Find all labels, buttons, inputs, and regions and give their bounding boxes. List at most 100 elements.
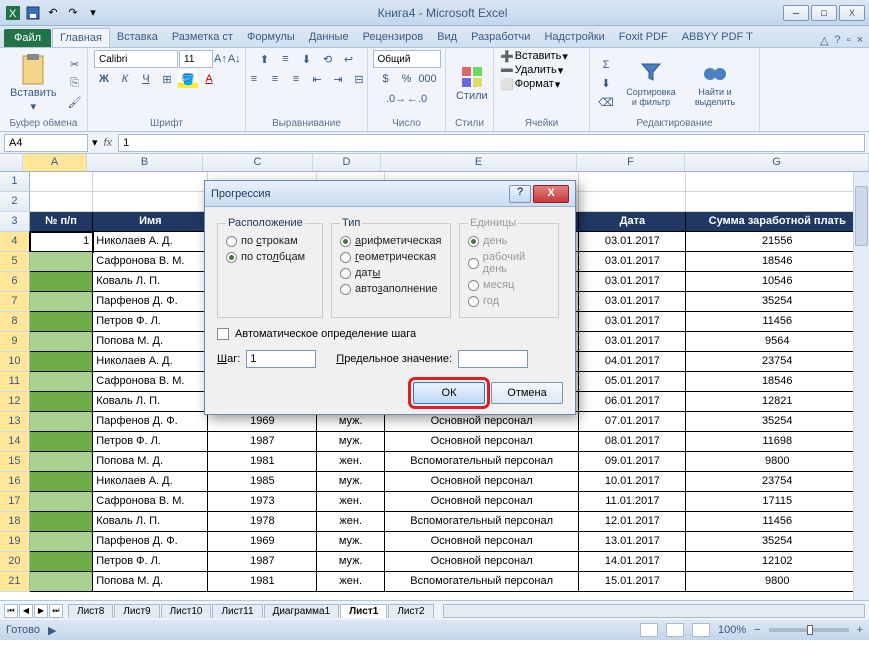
cell[interactable]: Основной персонал [385,552,579,572]
minimize-button[interactable]: ─ [783,5,809,21]
cell[interactable]: Николаев А. Д. [93,232,208,252]
cell[interactable]: Николаев А. Д. [93,472,208,492]
cell[interactable] [30,492,94,512]
cell[interactable]: 1985 [208,472,317,492]
tab-главная[interactable]: Главная [52,28,110,47]
save-icon[interactable] [24,4,42,22]
cell[interactable]: Петров Ф. Л. [93,432,208,452]
cell[interactable] [30,352,94,372]
sheet-tab[interactable]: Лист1 [340,604,387,618]
cell[interactable]: муж. [317,532,384,552]
cell[interactable] [30,432,94,452]
align-center-icon[interactable]: ≡ [265,70,285,88]
tab-abbyy pdf t[interactable]: ABBYY PDF T [675,28,760,47]
sheet-tab[interactable]: Лист2 [388,604,433,618]
tab-формулы[interactable]: Формулы [240,28,302,47]
tab-рецензиров[interactable]: Рецензиров [356,28,431,47]
indent-inc-icon[interactable]: ⇥ [328,70,348,88]
cell[interactable]: 06.01.2017 [579,392,686,412]
cell[interactable] [579,172,686,192]
tab-вид[interactable]: Вид [430,28,464,47]
cell[interactable] [30,532,94,552]
indent-dec-icon[interactable]: ⇤ [307,70,327,88]
cell[interactable] [30,172,94,192]
bold-icon[interactable]: Ж [94,70,114,88]
column-header[interactable]: F [577,154,685,171]
row-header[interactable]: 12 [0,392,30,412]
tab-данные[interactable]: Данные [302,28,356,47]
column-header[interactable]: G [685,154,869,171]
cell[interactable]: Парфенов Д. Ф. [93,532,208,552]
cell[interactable] [30,392,94,412]
formula-input[interactable] [118,134,865,152]
cell[interactable] [30,412,94,432]
fill-icon[interactable]: ⬇ [596,75,616,93]
cell[interactable]: 1 [30,232,94,252]
tab-надстройки[interactable]: Надстройки [537,28,611,47]
table-header-cell[interactable]: № п/п [30,212,94,232]
cell[interactable]: 1969 [208,412,317,432]
view-normal-icon[interactable] [640,623,658,637]
cell[interactable]: 23754 [686,472,869,492]
dialog-close-button[interactable]: X [533,185,569,203]
shrink-font-icon[interactable]: A↓ [228,50,241,68]
column-header[interactable]: C [203,154,313,171]
cell[interactable]: 04.01.2017 [579,352,686,372]
sort-filter-button[interactable]: Сортировка и фильтр [620,58,682,109]
zoom-in-icon[interactable]: + [857,624,863,636]
cell[interactable]: 1973 [208,492,317,512]
row-header[interactable]: 9 [0,332,30,352]
merge-icon[interactable]: ⊟ [349,70,369,88]
cell[interactable]: 12102 [686,552,869,572]
cell[interactable]: 09.01.2017 [579,452,686,472]
row-header[interactable]: 6 [0,272,30,292]
percent-icon[interactable]: % [397,70,417,88]
tab-file[interactable]: Файл [4,29,51,47]
nav-last-icon[interactable]: ⏭ [49,604,63,618]
row-header[interactable]: 3 [0,212,30,232]
cell[interactable]: 35254 [686,292,869,312]
cell[interactable]: 35254 [686,412,869,432]
row-header[interactable]: 2 [0,192,30,212]
row-header[interactable]: 17 [0,492,30,512]
styles-button[interactable]: Стили [452,63,492,104]
table-header-cell[interactable]: Дата [579,212,686,232]
cell[interactable]: Основной персонал [385,532,579,552]
cell[interactable]: 23754 [686,352,869,372]
cell[interactable]: Основной персонал [385,412,579,432]
cell[interactable] [30,292,94,312]
cell[interactable]: 03.01.2017 [579,252,686,272]
number-format-select[interactable] [373,50,441,68]
cell[interactable]: Вспомогательный персонал [385,572,579,592]
format-painter-icon[interactable]: 🖌 [65,94,85,112]
sheet-tab[interactable]: Лист8 [68,604,113,618]
cell[interactable]: жен. [317,512,384,532]
cell[interactable]: 11456 [686,312,869,332]
column-header[interactable]: D [313,154,381,171]
cell[interactable]: 05.01.2017 [579,372,686,392]
ok-button[interactable]: ОК [413,382,485,404]
vertical-scrollbar[interactable] [853,172,869,600]
row-header[interactable]: 5 [0,252,30,272]
radio-columns[interactable]: по столбцам [226,249,314,265]
align-top-icon[interactable]: ⬆ [255,50,275,68]
cell[interactable] [30,312,94,332]
align-right-icon[interactable]: ≡ [286,70,306,88]
cell[interactable]: Основной персонал [385,472,579,492]
cell[interactable]: 15.01.2017 [579,572,686,592]
cell[interactable] [30,552,94,572]
radio-geometric[interactable]: геометрическая [340,249,442,265]
font-size-select[interactable] [179,50,213,68]
align-left-icon[interactable]: ≡ [244,70,264,88]
row-header[interactable]: 7 [0,292,30,312]
cell[interactable]: Сафронова В. М. [93,372,208,392]
cell[interactable] [30,452,94,472]
font-color-icon[interactable]: A [199,70,219,88]
cell[interactable]: 1981 [208,572,317,592]
grow-font-icon[interactable]: A↑ [214,50,227,68]
delete-button[interactable]: ➖Удалить▾ [500,64,583,77]
undo-icon[interactable]: ↶ [44,4,62,22]
sheet-tab[interactable]: Лист9 [114,604,159,618]
macro-icon[interactable]: ▶ [48,624,56,637]
maximize-button[interactable]: □ [811,5,837,21]
